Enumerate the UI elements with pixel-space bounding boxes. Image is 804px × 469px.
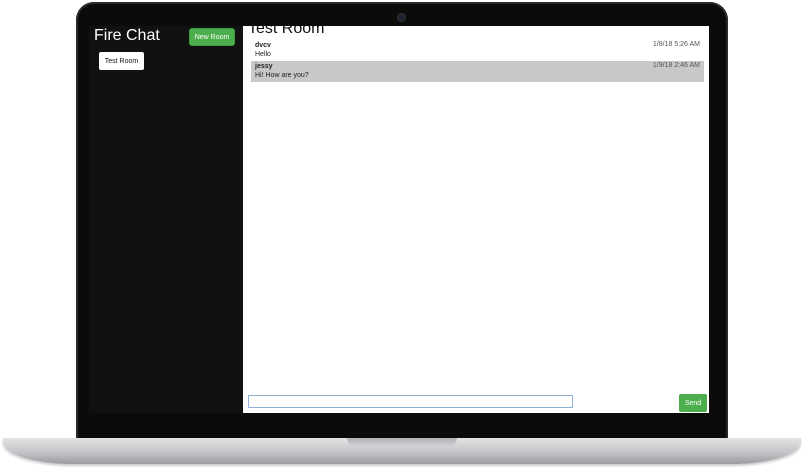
message-input[interactable] bbox=[248, 395, 573, 408]
camera-icon bbox=[398, 14, 405, 21]
sidebar: Fire Chat New Room Test Room bbox=[89, 26, 243, 413]
app-title: Fire Chat bbox=[94, 27, 160, 44]
message-item: jessy Hi! How are you? 1/9/18 2:46 AM bbox=[251, 61, 704, 82]
room-title: Test Room bbox=[248, 26, 325, 37]
message-text: Hi! How are you? bbox=[255, 72, 309, 79]
laptop-notch bbox=[347, 438, 457, 446]
message-list: dvcv Hello 1/8/18 5:26 AM jessy Hi! How … bbox=[251, 40, 704, 82]
send-button[interactable]: Send bbox=[679, 394, 707, 412]
app-screen: Fire Chat New Room Test Room Test Room d… bbox=[89, 26, 709, 413]
message-text: Hello bbox=[255, 51, 271, 58]
chat-panel: Test Room dvcv Hello 1/8/18 5:26 AM jess… bbox=[243, 26, 709, 413]
message-timestamp: 1/9/18 2:46 AM bbox=[652, 62, 700, 69]
message-timestamp: 1/8/18 5:26 AM bbox=[652, 41, 700, 48]
message-username: jessy bbox=[255, 63, 273, 70]
message-item: dvcv Hello 1/8/18 5:26 AM bbox=[251, 40, 704, 61]
new-room-button[interactable]: New Room bbox=[189, 28, 235, 46]
message-username: dvcv bbox=[255, 42, 271, 49]
room-item-test-room[interactable]: Test Room bbox=[99, 52, 144, 70]
